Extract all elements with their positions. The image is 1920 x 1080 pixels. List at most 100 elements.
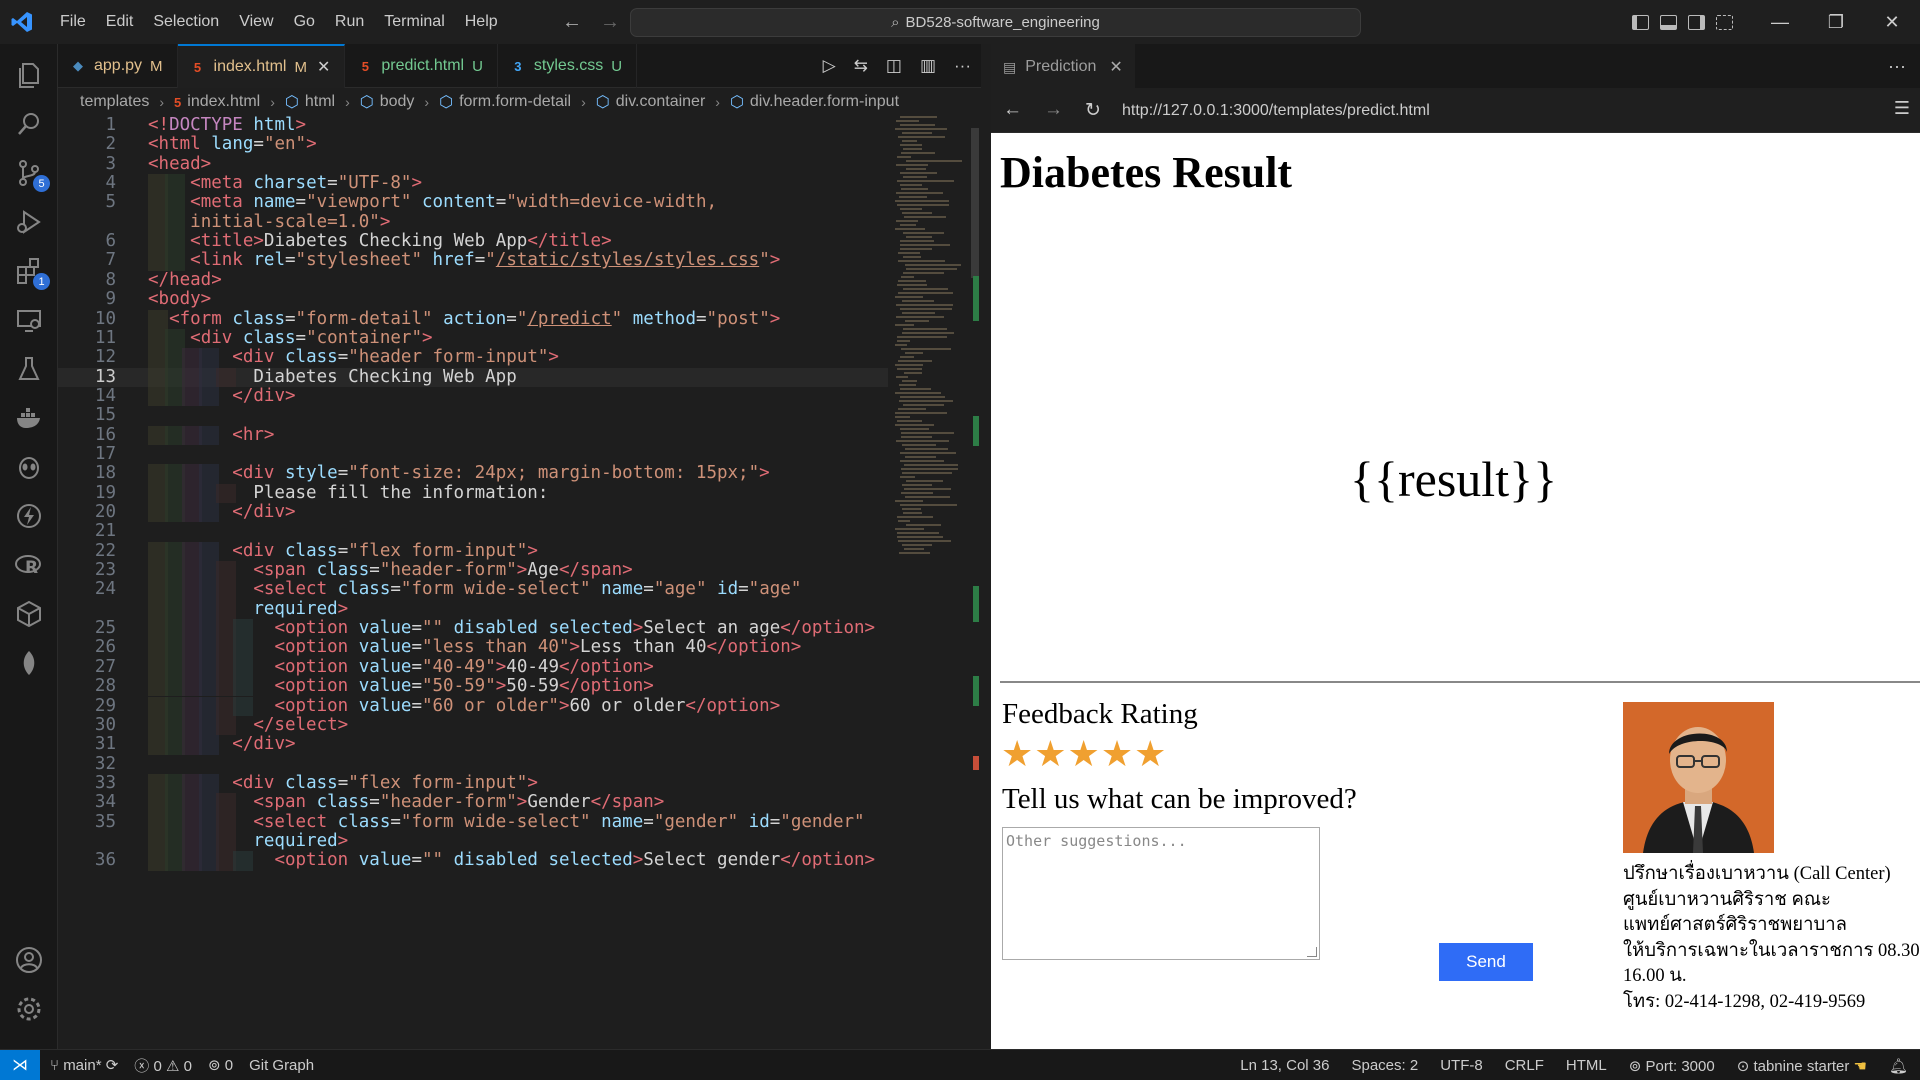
tab-styles-css[interactable]: 3 styles.css U (498, 44, 638, 88)
code-line[interactable]: 18 <div style="font-size: 24px; margin-b… (58, 463, 888, 484)
back-arrow-icon[interactable]: ← (562, 11, 582, 34)
code-line[interactable]: 35 <select class="form wide-select" name… (58, 812, 888, 832)
customize-layout-icon[interactable] (1710, 0, 1738, 44)
command-center-search[interactable]: ⌕ BD528-software_engineering (630, 8, 1361, 37)
code-line[interactable]: 19 Please fill the information: (58, 483, 888, 503)
code-line[interactable]: 3 <head> (58, 154, 888, 174)
git-graph-button[interactable]: Git Graph (249, 1057, 314, 1074)
code-line[interactable]: required> (58, 831, 888, 852)
live-server-port[interactable]: ⊚ Port: 3000 (1629, 1057, 1715, 1075)
menu-view[interactable]: View (229, 0, 283, 44)
code-line[interactable]: 20 </div> (58, 502, 888, 523)
code-line[interactable]: 11 <div class="container"> (58, 328, 888, 349)
reload-icon[interactable]: ↻ (1085, 99, 1101, 122)
forward-arrow-icon[interactable]: → (1044, 99, 1063, 121)
toggle-secondary-sidebar-icon[interactable] (1682, 0, 1710, 44)
toggle-panel-icon[interactable] (1654, 0, 1682, 44)
notifications-bell-icon[interactable]: 🔔︎ (1889, 1057, 1908, 1075)
code-line[interactable]: initial-scale=1.0"> (58, 212, 888, 233)
close-tab-icon[interactable]: ✕ (317, 57, 330, 77)
code-line[interactable]: 36 <option value="" disabled selected>Se… (58, 850, 888, 871)
breadcrumb-item[interactable]: form.form-detail (459, 93, 571, 111)
tab-predict-html[interactable]: 5 predict.html U (345, 44, 498, 88)
code-line[interactable]: 34 <span class="header-form">Gender</spa… (58, 792, 888, 813)
tab-prediction[interactable]: ▤ Prediction ✕ (991, 44, 1135, 88)
more-actions-icon[interactable]: ··· (954, 56, 971, 76)
toggle-primary-sidebar-icon[interactable] (1626, 0, 1654, 44)
end-of-line[interactable]: CRLF (1505, 1057, 1544, 1074)
editor-scrollbar[interactable] (969, 116, 981, 956)
language-mode[interactable]: HTML (1566, 1057, 1607, 1074)
code-line[interactable]: required> (58, 599, 888, 620)
code-line[interactable]: 17 (58, 444, 888, 464)
breadcrumb-item[interactable]: div.container (616, 93, 706, 111)
back-arrow-icon[interactable]: ← (1003, 99, 1022, 121)
code-line[interactable]: 30 </select> (58, 715, 888, 736)
tab-app-py[interactable]: ◆ app.py M (58, 44, 178, 88)
star-rating[interactable]: ★★★★★ (1001, 733, 1167, 775)
remote-indicator-icon[interactable]: ⋊ (0, 1049, 40, 1080)
code-line[interactable]: 26 <option value="less than 40">Less tha… (58, 638, 888, 658)
menu-file[interactable]: File (50, 0, 96, 44)
breadcrumb-item[interactable]: div.header.form-input (750, 93, 899, 111)
code-line[interactable]: 32 (58, 754, 888, 774)
breadcrumb-item[interactable]: templates (80, 93, 149, 111)
tab-index-html[interactable]: 5 index.html M ✕ (177, 44, 346, 88)
code-line[interactable]: 15 (58, 405, 888, 425)
code-line[interactable]: 29 <option value="60 or older">60 or old… (58, 696, 888, 716)
code-line[interactable]: 27 <option value="40-49">40-49</option> (58, 657, 888, 678)
menu-selection[interactable]: Selection (143, 0, 229, 44)
code-line[interactable]: 33 <div class="flex form-input"> (58, 773, 888, 794)
menu-help[interactable]: Help (455, 0, 508, 44)
run-icon[interactable]: ▷ (823, 56, 836, 76)
compare-changes-icon[interactable]: ⇆ (854, 56, 868, 76)
restore-icon[interactable]: ❐ (1808, 0, 1864, 44)
breadcrumb-item[interactable]: html (305, 93, 335, 111)
encoding[interactable]: UTF-8 (1440, 1057, 1483, 1074)
code-editor[interactable]: 1 <!DOCTYPE html> 2 <html lang="en"> 3 <head>… (58, 115, 981, 1049)
code-line[interactable]: 1 <!DOCTYPE html> (58, 115, 888, 135)
code-line[interactable]: 28 <option value="50-59">50-59</option> (58, 676, 888, 697)
code-line[interactable]: 23 <span class="header-form">Age</span> (58, 560, 888, 581)
settings-gear-icon[interactable] (0, 980, 58, 1038)
breadcrumb-item[interactable]: body (380, 93, 415, 111)
code-line[interactable]: 4 <meta charset="UTF-8"> (58, 173, 888, 194)
breadcrumb-item[interactable]: index.html (187, 93, 260, 111)
code-line[interactable]: 31 </div> (58, 734, 888, 755)
more-actions-icon[interactable]: ··· (1888, 44, 1906, 88)
ports-indicator[interactable]: ⊚ 0 (208, 1056, 233, 1074)
minimap[interactable] (891, 116, 969, 576)
code-line[interactable]: 8 </head> (58, 270, 888, 290)
menu-run[interactable]: Run (325, 0, 374, 44)
split-editor-icon[interactable]: ▥ (920, 56, 936, 76)
code-line[interactable]: 22 <div class="flex form-input"> (58, 541, 888, 562)
code-line[interactable]: 10 <form class="form-detail" action="/pr… (58, 309, 888, 329)
leaf-extension-icon[interactable] (0, 634, 58, 692)
code-line[interactable]: 9 <body> (58, 289, 888, 309)
menu-edit[interactable]: Edit (96, 0, 144, 44)
code-line[interactable]: 24 <select class="form wide-select" name… (58, 580, 888, 600)
code-line[interactable]: 2 <html lang="en"> (58, 134, 888, 154)
open-preview-icon[interactable]: ◫ (886, 56, 902, 76)
code-line[interactable]: 21 (58, 521, 888, 541)
cursor-position[interactable]: Ln 13, Col 36 (1240, 1057, 1329, 1074)
code-line[interactable]: 7 <link rel="stylesheet" href="/static/s… (58, 251, 888, 271)
close-window-icon[interactable]: ✕ (1864, 0, 1920, 44)
tabnine-status[interactable]: ⊙ tabnine starter ☚ (1737, 1057, 1867, 1075)
code-line[interactable]: 13 Diabetes Checking Web App (58, 367, 888, 387)
forward-arrow-icon[interactable]: → (600, 11, 620, 34)
indentation[interactable]: Spaces: 2 (1351, 1057, 1418, 1074)
code-line[interactable]: 12 <div class="header form-input"> (58, 347, 888, 368)
hamburger-menu-icon[interactable]: ☰ (1894, 98, 1910, 119)
menu-terminal[interactable]: Terminal (374, 0, 454, 44)
minimize-icon[interactable]: — (1752, 0, 1808, 44)
close-tab-icon[interactable]: ✕ (1109, 57, 1122, 77)
resize-grip-icon[interactable] (1307, 947, 1317, 957)
code-line[interactable]: 25 <option value="" disabled selected>Se… (58, 618, 888, 639)
send-button[interactable]: Send (1439, 943, 1533, 981)
code-line[interactable]: 5 <meta name="viewport" content="width=d… (58, 193, 888, 213)
code-line[interactable]: 16 <hr> (58, 425, 888, 445)
code-line[interactable]: 6 <title>Diabetes Checking Web App</titl… (58, 231, 888, 252)
branch-indicator[interactable]: ⑂ main* ⟳ (50, 1056, 118, 1074)
menu-go[interactable]: Go (284, 0, 325, 44)
